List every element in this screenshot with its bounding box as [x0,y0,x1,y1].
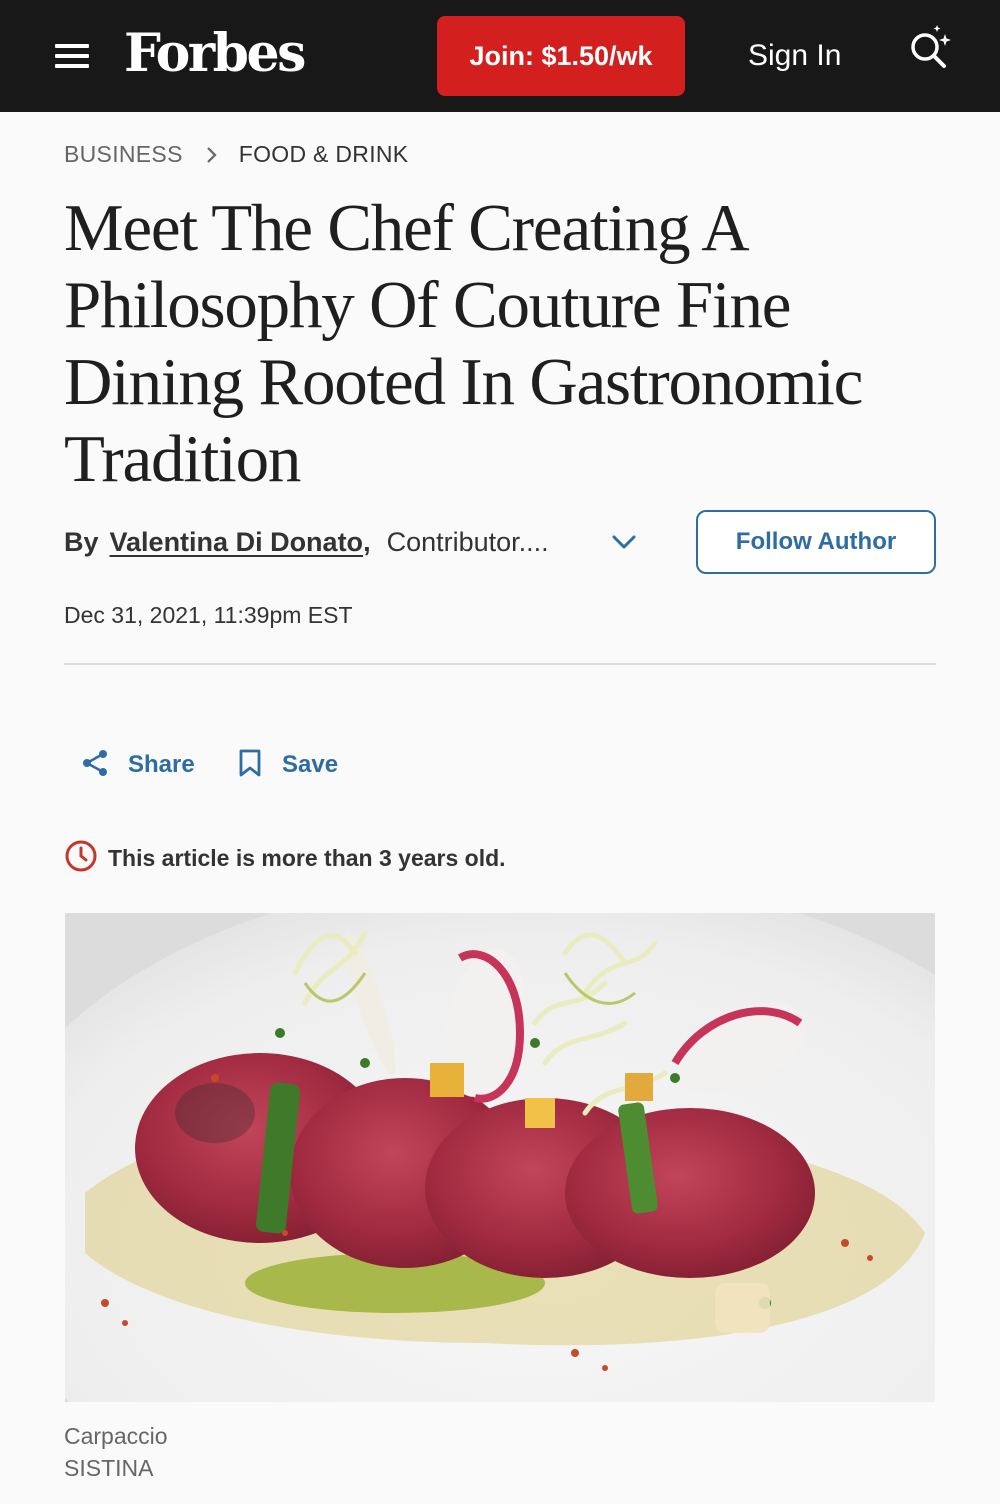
breadcrumb-food-drink[interactable]: FOOD & DRINK [239,141,409,168]
follow-author-button[interactable]: Follow Author [696,510,936,574]
share-icon [80,748,110,783]
author-name-link[interactable]: Valentina Di Donato [110,527,364,558]
sign-in-link[interactable]: Sign In [748,36,841,76]
divider [64,663,936,665]
share-label: Share [128,751,195,778]
byline-by-label: By [64,526,99,557]
article-age-text: This article is more than 3 years old. [108,844,506,871]
top-nav-bar: Forbes Join: $1.50/wk Sign In [0,0,1000,112]
chevron-down-icon[interactable] [609,527,639,557]
breadcrumb: BUSINESS FOOD & DRINK [64,139,408,169]
clock-icon [64,839,98,878]
image-caption-title: Carpaccio [64,1423,168,1449]
article-hero-image[interactable] [65,913,935,1402]
forbes-logo[interactable]: Forbes [124,22,306,86]
bookmark-icon [236,748,264,783]
article-age-notice: This article is more than 3 years old. [64,840,506,876]
save-button[interactable]: Save [236,745,338,785]
chevron-right-icon [205,144,219,164]
article-headline: Meet The Chef Creating A Philosophy Of C… [64,191,863,496]
hamburger-menu-icon[interactable] [55,44,89,68]
byline-comma: , [363,526,371,557]
author-role: Contributor.... [386,526,549,557]
byline: By Valentina Di Donato , Contributor.... [64,522,549,562]
image-credit: SISTINA [64,1455,154,1481]
breadcrumb-business[interactable]: BUSINESS [64,141,183,168]
search-icon[interactable] [905,22,961,78]
publish-date: Dec 31, 2021, 11:39pm EST [64,602,353,628]
image-caption: Carpaccio SISTINA [64,1420,168,1484]
join-subscription-button[interactable]: Join: $1.50/wk [437,16,685,96]
save-label: Save [282,751,339,778]
share-button[interactable]: Share [80,745,195,785]
